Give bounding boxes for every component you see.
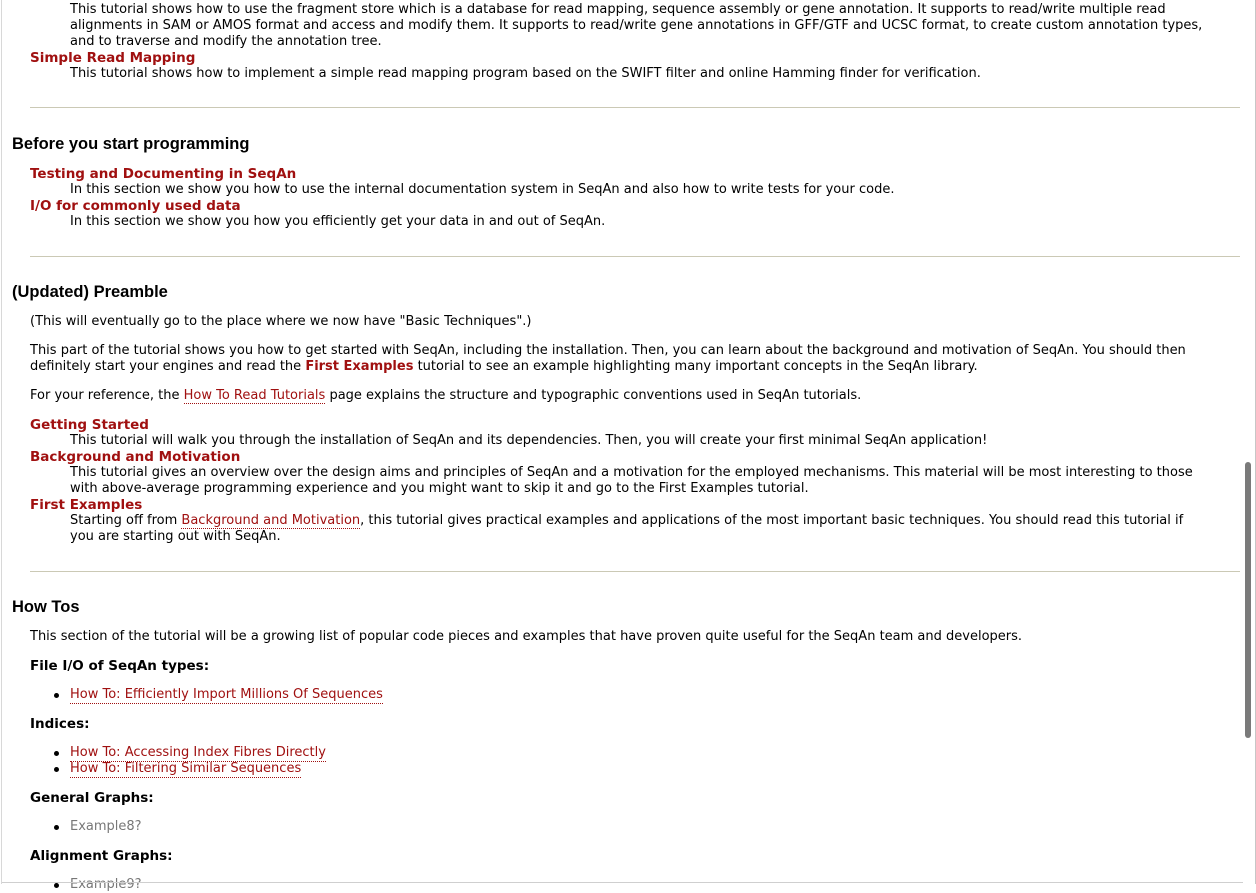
preamble-text: tutorial to see an example highlighting … [413, 359, 978, 374]
first-examples-text: Starting off from [70, 513, 182, 528]
simple-read-mapping-desc: This tutorial shows how to implement a s… [70, 66, 981, 81]
file-io-heading: File I/O of SeqAn types: [30, 658, 210, 674]
simple-read-mapping-link[interactable]: Simple Read Mapping [30, 50, 195, 66]
section-divider [30, 571, 1240, 572]
fragment-store-desc-line-1: This tutorial shows how to use the fragm… [70, 2, 1166, 17]
preamble-paragraph-1-line-2: definitely start your engines and read t… [30, 359, 1240, 375]
how-tos-intro: This section of the tutorial will be a g… [30, 629, 1023, 644]
getting-started-link[interactable]: Getting Started [30, 417, 149, 433]
section-heading-before-programming: Before you start programming [12, 135, 250, 153]
indices-heading: Indices: [30, 716, 90, 732]
howto-index-fibres-link[interactable]: How To: Accessing Index Fibres Directly [70, 745, 326, 762]
io-common-data-desc: In this section we show you how you effi… [70, 214, 606, 229]
testing-documenting-desc: In this section we show you how to use t… [70, 182, 895, 197]
bullet-icon [54, 877, 62, 893]
background-motivation-link[interactable]: Background and Motivation [30, 449, 240, 465]
preamble-note: (This will eventually go to the place wh… [30, 314, 532, 329]
preamble-paragraph-1-line-1: This part of the tutorial shows you how … [30, 343, 1186, 358]
general-graphs-heading: General Graphs: [30, 790, 154, 806]
bullet-icon [54, 687, 62, 703]
fragment-store-desc-line-2: alignments in SAM or AMOS format and acc… [70, 18, 1203, 33]
bullet-icon [54, 761, 62, 777]
first-examples-desc-line-1: Starting off from Background and Motivat… [70, 513, 1240, 529]
section-divider [30, 256, 1240, 257]
background-motivation-inline-link[interactable]: Background and Motivation [181, 513, 361, 529]
page-bottom-border [2, 882, 1243, 883]
first-examples-link[interactable]: First Examples [30, 497, 142, 513]
scrollbar-thumb[interactable] [1245, 462, 1251, 738]
preamble-text: For your reference, the [30, 388, 184, 403]
example9-missing-link[interactable]: Example9? [70, 877, 142, 893]
vertical-scrollbar[interactable] [1244, 0, 1253, 884]
fragment-store-desc-line-3: and to traverse and modify the annotatio… [70, 34, 382, 49]
bullet-icon [54, 819, 62, 835]
example8-missing-link[interactable]: Example8? [70, 819, 142, 835]
getting-started-desc: This tutorial will walk you through the … [70, 433, 988, 448]
alignment-graphs-heading: Alignment Graphs: [30, 848, 173, 864]
preamble-paragraph-2: For your reference, the How To Read Tuto… [30, 388, 1240, 404]
testing-documenting-link[interactable]: Testing and Documenting in SeqAn [30, 166, 296, 182]
document-page: This tutorial shows how to use the fragm… [1, 0, 1243, 892]
background-motivation-desc-line-2: with above-average programming experienc… [70, 481, 809, 496]
io-common-data-link[interactable]: I/O for commonly used data [30, 198, 241, 214]
first-examples-text: , this tutorial gives practical examples… [360, 513, 1184, 528]
howto-import-sequences-link[interactable]: How To: Efficiently Import Millions Of S… [70, 687, 383, 704]
first-examples-inline-link[interactable]: First Examples [305, 359, 413, 374]
preamble-text: definitely start your engines and read t… [30, 359, 306, 374]
background-motivation-desc-line-1: This tutorial gives an overview over the… [70, 465, 1193, 480]
preamble-text: page explains the structure and typograp… [325, 388, 862, 403]
howto-filtering-sequences-link[interactable]: How To: Filtering Similar Sequences [70, 761, 302, 778]
bullet-icon [54, 745, 62, 761]
section-divider [30, 107, 1240, 108]
section-heading-how-tos: How Tos [12, 598, 80, 616]
first-examples-desc-line-2: you are starting out with SeqAn. [70, 529, 281, 544]
how-to-read-tutorials-link[interactable]: How To Read Tutorials [183, 388, 326, 404]
section-heading-preamble: (Updated) Preamble [12, 283, 168, 301]
